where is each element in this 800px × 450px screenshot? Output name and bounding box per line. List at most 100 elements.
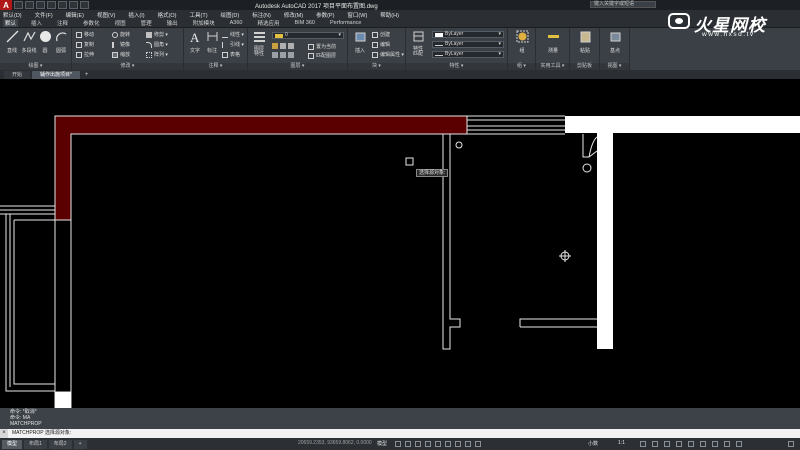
draw-panel-title[interactable]: 绘图 ▾	[0, 63, 71, 70]
model-space-toggle[interactable]: 模型	[377, 440, 387, 447]
menu-item[interactable]: 参数(P)	[316, 11, 334, 19]
ribbon-tab-addins[interactable]: 附加模块	[191, 19, 217, 27]
lineweight-icon[interactable]	[455, 441, 461, 447]
mirror-tool[interactable]: 镜像	[112, 41, 130, 48]
layer-tools-row-2[interactable]	[272, 52, 296, 58]
customization-menu-icon[interactable]	[788, 441, 794, 447]
menu-item[interactable]: 格式(O)	[158, 11, 177, 19]
print-icon[interactable]	[58, 1, 67, 9]
ribbon-tab-parametric[interactable]: 参数化	[81, 19, 102, 27]
modify-panel-title[interactable]: 修改 ▾	[72, 63, 183, 70]
match-properties-tool[interactable]: 特性 匹配	[408, 30, 428, 57]
menu-item[interactable]: 视图(V)	[97, 11, 115, 19]
search-input[interactable]: 键入关键字或短语	[590, 1, 656, 8]
annotation-monitor-icon[interactable]	[664, 441, 670, 447]
save-as-icon[interactable]	[47, 1, 56, 9]
paste-tool[interactable]: 粘贴	[575, 30, 595, 54]
otrack-icon[interactable]	[445, 441, 451, 447]
grid-icon[interactable]	[395, 441, 401, 447]
utilities-panel-title[interactable]: 实用工具 ▾	[536, 63, 569, 70]
leader-tool[interactable]: 引线 ▾	[222, 41, 244, 48]
right-column-wall[interactable]	[597, 133, 613, 349]
menu-item[interactable]: 绘图(D)	[221, 11, 240, 19]
array-tool[interactable]: 阵列 ▾	[146, 51, 168, 58]
match-layer-tool[interactable]: 匹配图层	[308, 52, 336, 59]
command-close-icon[interactable]: ×	[0, 429, 8, 438]
menu-item[interactable]: 插入(I)	[128, 11, 144, 19]
layer-dropdown[interactable]: 0	[272, 32, 344, 39]
workspace-gear-icon[interactable]	[652, 441, 658, 447]
clean-screen-icon[interactable]	[736, 441, 742, 447]
bottom-left-pillar[interactable]	[55, 392, 71, 408]
polar-icon[interactable]	[425, 441, 431, 447]
menu-item[interactable]: 文件(F)	[35, 11, 53, 19]
selection-cycling-icon[interactable]	[475, 441, 481, 447]
copy-tool[interactable]: 复制	[76, 41, 94, 48]
properties-panel-title[interactable]: 特性 ▾	[406, 63, 507, 70]
coordinates-readout[interactable]: 20659.2353, 93659.8062, 0.0000	[298, 440, 372, 446]
top-right-wall[interactable]	[565, 116, 800, 133]
isolate-objects-icon[interactable]	[712, 441, 718, 447]
units-icon[interactable]	[676, 441, 682, 447]
ribbon-tab-default[interactable]: 默认	[3, 19, 19, 27]
ribbon-tab-a360[interactable]: A360	[228, 20, 245, 26]
floor-plan-drawing[interactable]	[0, 79, 800, 408]
ortho-icon[interactable]	[415, 441, 421, 447]
new-tab-plus-icon[interactable]: +	[82, 71, 91, 79]
linear-dim-tool[interactable]: 线性 ▾	[222, 31, 244, 38]
block-panel-title[interactable]: 块 ▾	[348, 63, 405, 70]
edit-attribute-tool[interactable]: 编辑属性 ▾	[372, 51, 404, 58]
fillet-tool[interactable]: 圆角 ▾	[146, 41, 168, 48]
redo-icon[interactable]	[80, 1, 89, 9]
units-label[interactable]: 小数	[588, 440, 598, 447]
annotation-scale[interactable]: 1:1	[618, 440, 625, 446]
lineweight-dropdown[interactable]: ByLayer	[432, 51, 504, 58]
doc-tab-drawing[interactable]: 辅作出施项目*	[32, 71, 80, 79]
view-panel-title[interactable]: 视图 ▾	[600, 63, 629, 70]
save-icon[interactable]	[36, 1, 45, 9]
snap-icon[interactable]	[405, 441, 411, 447]
move-tool[interactable]: 移动	[76, 31, 94, 38]
edit-block-tool[interactable]: 编辑	[372, 41, 390, 48]
osnap-icon[interactable]	[435, 441, 441, 447]
menu-item[interactable]: 默认(D)	[3, 11, 22, 19]
make-current-tool[interactable]: 置为当前	[308, 43, 336, 50]
menu-item[interactable]: 修改(M)	[284, 11, 303, 19]
layer-tools-row-1[interactable]	[272, 43, 296, 49]
annotation-visibility-icon[interactable]	[640, 441, 646, 447]
quick-properties-icon[interactable]	[688, 441, 694, 447]
base-view-tool[interactable]: 基点	[605, 30, 625, 54]
scale-tool[interactable]: 缩放	[112, 51, 130, 58]
transparency-icon[interactable]	[465, 441, 471, 447]
arc-tool[interactable]: 圆弧	[51, 30, 71, 54]
linetype-dropdown[interactable]: ByLayer	[432, 41, 504, 48]
group-tool[interactable]: 组	[512, 30, 532, 54]
hardware-acceleration-icon[interactable]	[724, 441, 730, 447]
ribbon-tab-view[interactable]: 视图	[113, 19, 128, 27]
command-input[interactable]: MATCHPROP 选择源对象:	[8, 429, 71, 438]
rotate-tool[interactable]: 旋转	[112, 31, 130, 38]
selected-wall-highlight[interactable]	[54, 115, 468, 221]
ribbon-tab-bim360[interactable]: BIM 360	[293, 20, 317, 26]
ribbon-tab-insert[interactable]: 插入	[29, 19, 44, 27]
layout-tab-layout1[interactable]: 布局1	[24, 439, 47, 449]
layout-tab-layout2[interactable]: 布局2	[48, 439, 72, 449]
open-file-icon[interactable]	[25, 1, 34, 9]
menu-item[interactable]: 标注(N)	[252, 11, 271, 19]
layer-properties-tool[interactable]: 图层 特性	[249, 30, 269, 57]
app-menu-button[interactable]: A	[0, 0, 12, 10]
dimension-tool[interactable]: 标注	[202, 30, 222, 54]
measure-tool[interactable]: 测量	[543, 30, 563, 54]
ribbon-tab-annotate[interactable]: 注释	[55, 19, 70, 27]
menu-item[interactable]: 窗口(W)	[347, 11, 367, 19]
ribbon-tab-manage[interactable]: 管理	[139, 19, 154, 27]
menu-item[interactable]: 编辑(E)	[66, 11, 84, 19]
add-layout-plus-icon[interactable]: +	[73, 439, 87, 449]
ribbon-tab-performance[interactable]: Performance	[328, 20, 364, 26]
stretch-tool[interactable]: 拉伸	[76, 51, 94, 58]
doc-tab-start[interactable]: 开始	[4, 71, 31, 79]
trim-tool[interactable]: 修剪 ▾	[146, 31, 168, 38]
ribbon-tab-output[interactable]: 输出	[165, 19, 180, 27]
table-tool[interactable]: 表格	[222, 51, 240, 58]
annotation-panel-title[interactable]: 注释 ▾	[184, 63, 247, 70]
